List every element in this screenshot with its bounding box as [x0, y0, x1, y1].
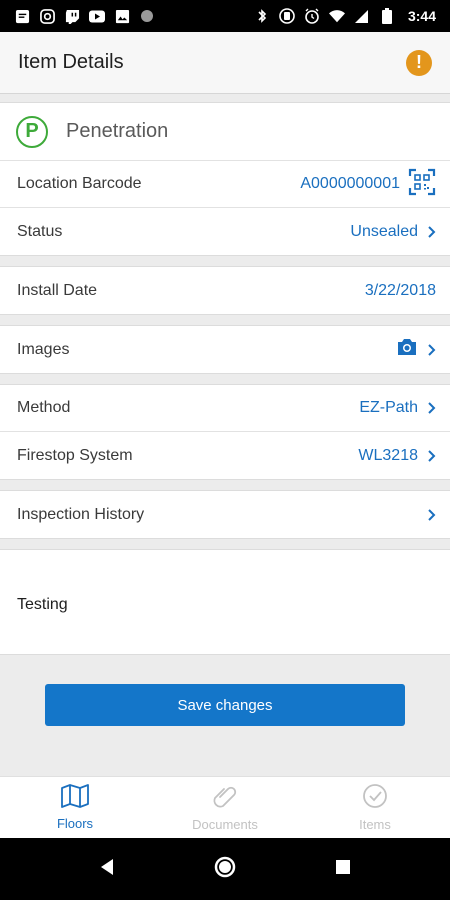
install-date-label: Install Date	[17, 281, 98, 299]
notification-icons	[14, 8, 155, 24]
warning-icon[interactable]: !	[406, 49, 432, 76]
twitch-icon	[64, 8, 80, 24]
penetration-type-icon: P	[16, 115, 48, 148]
instagram-icon	[39, 8, 55, 24]
chevron-right-icon	[426, 508, 436, 522]
nav-documents[interactable]: Documents	[150, 777, 300, 838]
recents-icon[interactable]	[335, 859, 351, 880]
status-time: 3:44	[407, 8, 436, 24]
back-icon[interactable]	[99, 858, 115, 881]
location-barcode-label: Location Barcode	[17, 175, 142, 192]
bluetooth-icon	[254, 8, 270, 24]
item-type-header: P Penetration	[0, 103, 450, 161]
install-date-value: 3/22/2018	[364, 281, 436, 299]
save-changes-button[interactable]: Save changes	[45, 684, 405, 726]
item-details-content: P Penetration Location Barcode A00000000…	[0, 102, 450, 655]
nav-floors[interactable]: Floors	[0, 777, 150, 838]
status-label: Status	[17, 222, 63, 240]
image-icon	[114, 8, 130, 24]
status-bar: 3:44	[0, 0, 450, 32]
firestop-system-row[interactable]: Firestop System WL3218	[0, 432, 450, 479]
item-type-title: Penetration	[66, 120, 169, 142]
location-barcode-value: A0000000001	[300, 175, 400, 192]
chevron-right-icon	[426, 449, 436, 463]
map-icon	[60, 784, 90, 813]
chevron-right-icon	[426, 225, 436, 239]
home-icon[interactable]	[214, 856, 236, 883]
alarm-icon	[304, 8, 320, 24]
method-row[interactable]: Method EZ-Path	[0, 385, 450, 432]
inspection-history-label: Inspection History	[17, 505, 145, 523]
images-label: Images	[17, 340, 70, 358]
inspection-history-row[interactable]: Inspection History	[0, 491, 450, 538]
install-date-row[interactable]: Install Date 3/22/2018	[0, 267, 450, 314]
install-date-card: Install Date 3/22/2018	[0, 266, 450, 315]
youtube-icon	[89, 8, 105, 24]
item-summary-card: P Penetration Location Barcode A00000000…	[0, 102, 450, 256]
nav-floors-label: Floors	[56, 816, 94, 831]
camera-icon	[396, 338, 418, 361]
method-label: Method	[17, 399, 71, 416]
firestop-system-value: WL3218	[358, 446, 418, 464]
notes-field[interactable]: Testing	[0, 549, 450, 655]
app-bar: Item Details !	[0, 32, 450, 94]
vibrate-icon	[279, 8, 295, 24]
inspection-history-card: Inspection History	[0, 490, 450, 539]
chevron-right-icon	[426, 401, 436, 415]
battery-icon	[379, 8, 395, 24]
paperclip-icon	[212, 783, 238, 814]
method-value: EZ-Path	[359, 399, 418, 416]
status-row[interactable]: Status Unsealed	[0, 208, 450, 255]
nav-documents-label: Documents	[192, 817, 258, 832]
notes-text: Testing	[17, 596, 68, 613]
nav-items[interactable]: Items	[300, 777, 450, 838]
system-icons: 3:44	[254, 8, 436, 24]
bottom-nav: Floors Documents Items	[0, 776, 450, 838]
chevron-right-icon	[426, 343, 436, 357]
method-card: Method EZ-Path Firestop System WL3218	[0, 384, 450, 480]
check-circle-icon	[362, 783, 388, 814]
system-nav-bar	[0, 838, 450, 900]
qr-scan-icon[interactable]	[408, 168, 436, 201]
dot-icon	[139, 8, 155, 24]
firestop-system-label: Firestop System	[17, 446, 133, 464]
signal-icon	[354, 8, 370, 24]
location-barcode-row: Location Barcode A0000000001	[0, 161, 450, 208]
page-title: Item Details	[18, 51, 124, 73]
wifi-icon	[328, 8, 345, 24]
message-icon	[14, 8, 30, 24]
status-value: Unsealed	[350, 222, 418, 240]
images-row[interactable]: Images	[0, 326, 450, 373]
images-card: Images	[0, 325, 450, 374]
nav-items-label: Items	[359, 817, 391, 832]
